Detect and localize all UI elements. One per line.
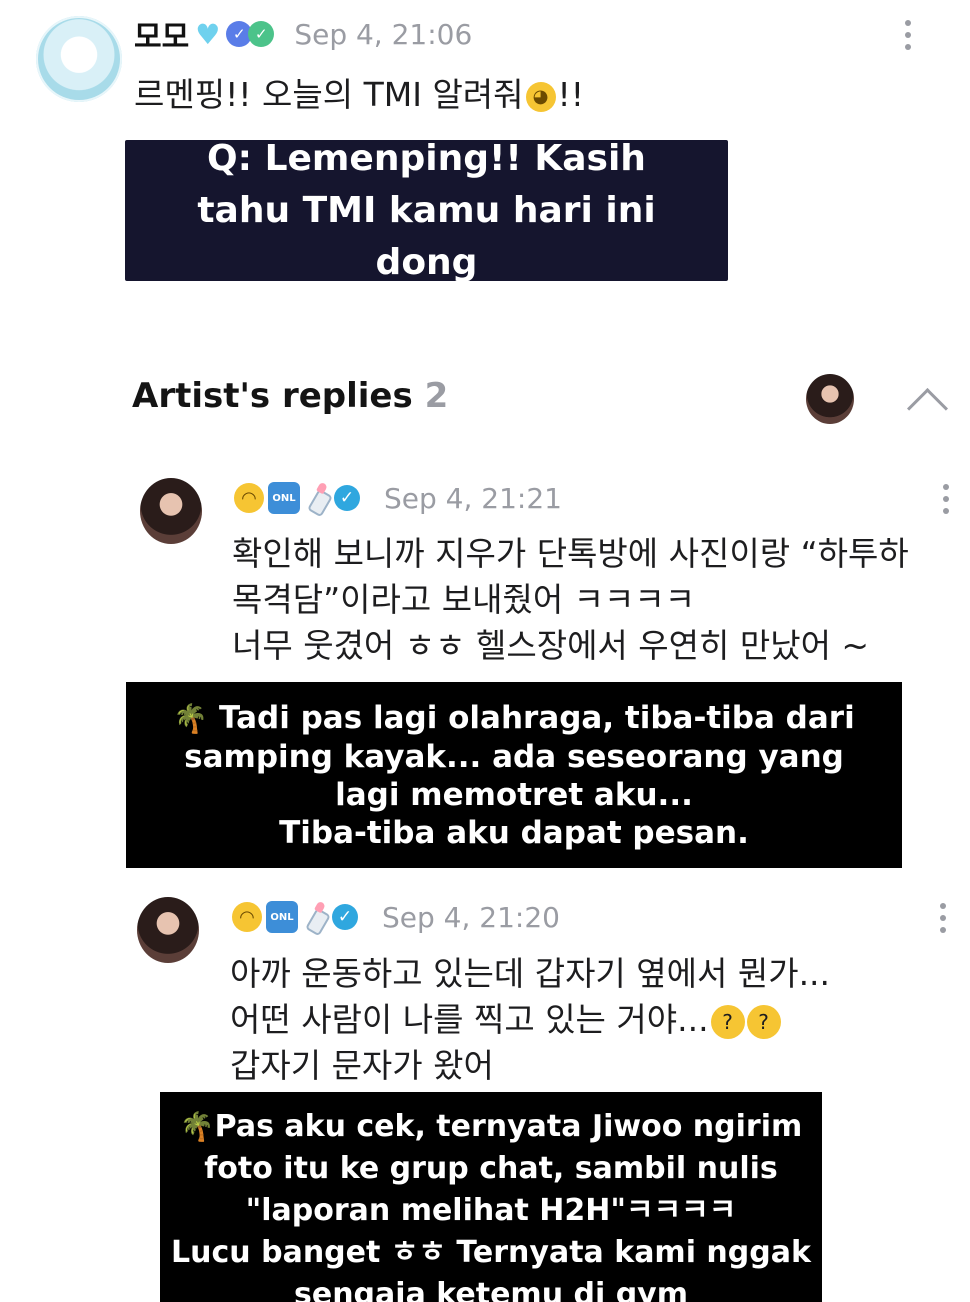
reply2-avatar[interactable] — [137, 897, 199, 963]
post-timestamp: Sep 4, 21:06 — [294, 17, 473, 51]
thinking-face-icon: ? — [710, 1004, 745, 1039]
artist-replies-title: Artist's replies 2 — [132, 376, 448, 416]
reply1-translation-line4: Tiba-tiba aku dapat pesan. — [279, 814, 749, 851]
reply1-translation: 🌴 Tadi pas lagi olahraga, tiba-tiba dari… — [126, 682, 902, 868]
reply2-more-icon[interactable] — [937, 903, 949, 933]
reply1-translation-line2: samping kayak... ada seseorang yang — [184, 738, 844, 775]
post-text-content: 르멘핑!! 오늘의 TMI 알려줘 — [134, 75, 524, 114]
thinking-face-icon: ? — [746, 1004, 781, 1039]
post-more-icon[interactable] — [902, 20, 914, 50]
reply2-translation-line4: Lucu banget ㅎㅎ Ternyata kami nggak — [171, 1235, 811, 1270]
palm-tree-icon: 🌴 — [179, 1110, 215, 1143]
smiling-face-icon: ◠ — [232, 902, 262, 932]
reply2-translation-line3: "laporan melihat H2H"ㅋㅋㅋㅋ — [245, 1193, 737, 1228]
reply2-translation-line5: sengaja ketemu di gym — [294, 1277, 688, 1302]
reply1-more-icon[interactable] — [940, 484, 952, 514]
palm-tree-icon: 🌴 — [173, 701, 209, 735]
baby-bottle-icon — [304, 483, 330, 513]
onl-badge-icon: ONL — [266, 901, 298, 933]
collapse-chevron-up-icon[interactable] — [906, 387, 949, 430]
artist-replies-count: 2 — [424, 376, 449, 416]
fan-avatar[interactable] — [36, 16, 122, 102]
post-text-suffix: !! — [557, 75, 584, 114]
reply2-header: ◠ ONL ✓ Sep 4, 21:20 — [232, 897, 560, 937]
reply2-line1: 아까 운동하고 있는데 갑자기 옆에서 뭔가... — [230, 954, 831, 993]
verified-badge-icon: ✓ — [332, 904, 358, 930]
artist-avatar-small — [806, 374, 854, 424]
author-name[interactable]: 모모 — [134, 12, 189, 56]
reply2-timestamp: Sep 4, 21:20 — [382, 900, 560, 934]
member-badges-icon: ✓ ✓ — [226, 21, 275, 47]
post-text: 르멘핑!! 오늘의 TMI 알려줘 ◕!! — [134, 72, 584, 118]
question-translation: Q: Lemenping!! Kasih tahu TMI kamu hari … — [125, 138, 728, 283]
reply2-translation-line1: Pas aku cek, ternyata Jiwoo ngirim — [214, 1109, 803, 1144]
reply1-header: ◠ ONL ✓ Sep 4, 21:21 — [234, 478, 562, 518]
baby-bottle-icon — [302, 902, 328, 932]
light-blue-heart-icon: ♥ — [195, 17, 221, 51]
smiling-face-icon: ◠ — [234, 483, 264, 513]
pleading-face-icon: ◕ — [525, 81, 556, 112]
reply2-translation-line2: foto itu ke grup chat, sambil nulis — [204, 1151, 778, 1186]
reply1-text: 확인해 보니까 지우가 단톡방에 사진이랑 “하투하 목격담”이라고 보내줬어 … — [232, 531, 909, 669]
reply2-text: 아까 운동하고 있는데 갑자기 옆에서 뭔가... 어떤 사람이 나를 찍고 있… — [230, 951, 830, 1089]
reply2-line3: 갑자기 문자가 왔어 — [230, 1046, 494, 1085]
verified-badge-icon: ✓ — [334, 485, 360, 511]
reply1-line2: 목격담”이라고 보내줬어 ㅋㅋㅋㅋ — [232, 580, 696, 619]
post-header: 모모 ♥ ✓ ✓ Sep 4, 21:06 — [134, 12, 473, 56]
onl-badge-icon: ONL — [268, 482, 300, 514]
reply1-line3: 너무 웃겼어 ㅎㅎ 헬스장에서 우연히 만났어 ~ — [232, 626, 870, 665]
reply2-translation: 🌴Pas aku cek, ternyata Jiwoo ngirim foto… — [160, 1092, 822, 1302]
reply1-timestamp: Sep 4, 21:21 — [384, 481, 562, 515]
reply1-avatar[interactable] — [140, 478, 202, 544]
artist-replies-label: Artist's replies — [132, 376, 413, 416]
question-translation-text: Q: Lemenping!! Kasih tahu TMI kamu hari … — [197, 137, 656, 283]
reply1-translation-line3: lagi memotret aku... — [335, 776, 693, 813]
reply2-line2: 어떤 사람이 나를 찍고 있는 거야... — [230, 1000, 709, 1039]
reply1-line1: 확인해 보니까 지우가 단톡방에 사진이랑 “하투하 — [232, 534, 909, 573]
reply1-translation-line1: Tadi pas lagi olahraga, tiba-tiba dari — [218, 699, 855, 736]
